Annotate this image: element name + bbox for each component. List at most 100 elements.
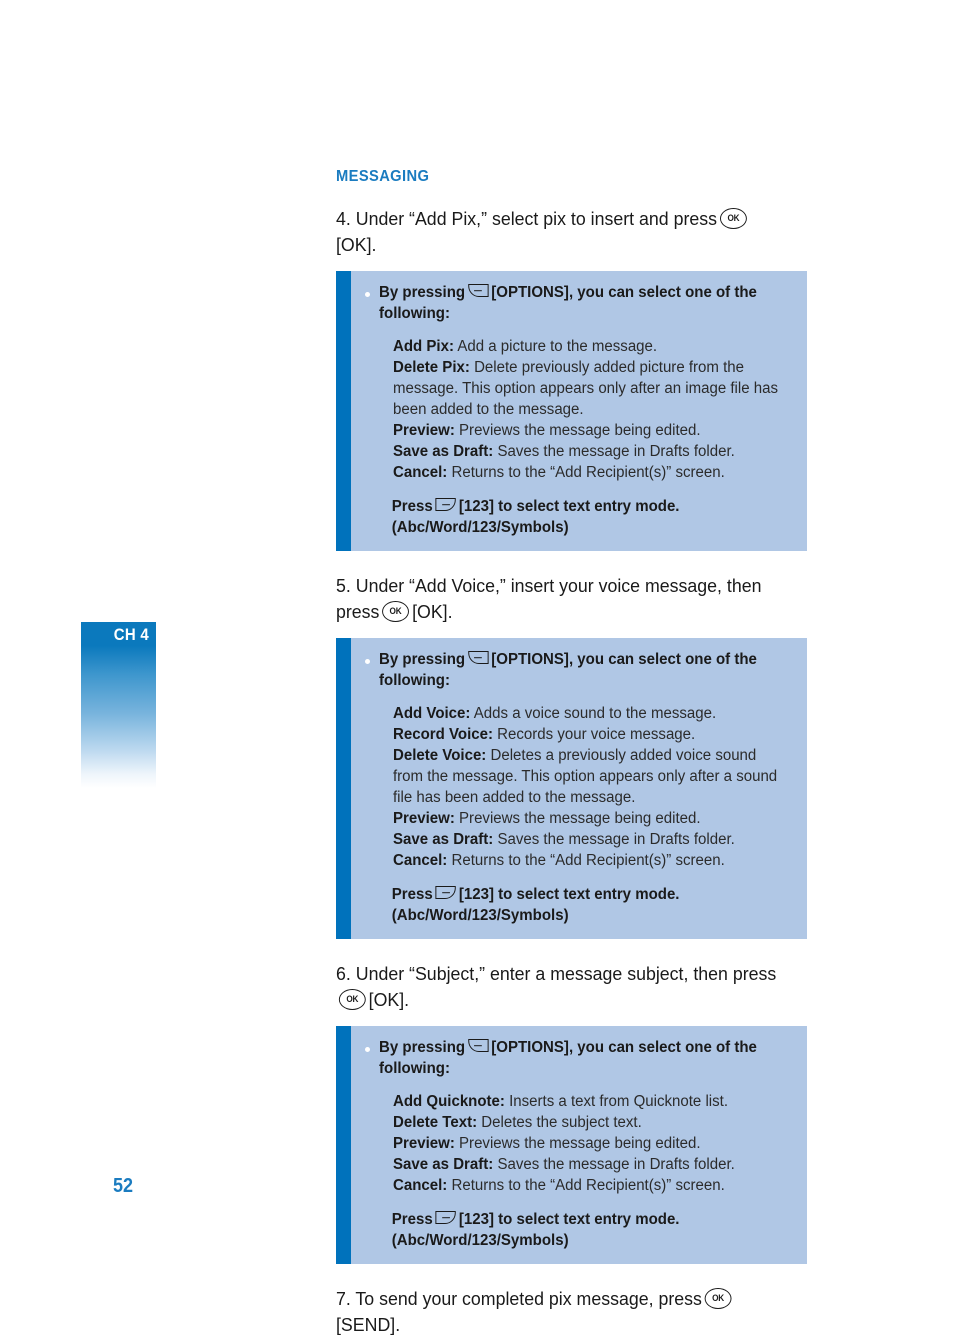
callout-option-list: Add Voice: Adds a voice sound to the mes… xyxy=(351,703,795,871)
callout-option: Save as Draft: Saves the message in Draf… xyxy=(393,829,783,850)
callout-accent-bar xyxy=(336,638,351,939)
left-soft-key-dash xyxy=(474,289,483,292)
callout-option-name: Delete Pix: xyxy=(393,359,470,376)
left-soft-key-icon xyxy=(467,284,489,297)
callout-option-name: Add Pix: xyxy=(393,338,454,355)
callout-option-name: Preview: xyxy=(393,1135,455,1152)
callout-lead-row: By pressing [OPTIONS], you can select one… xyxy=(351,649,795,691)
callout-option: Preview: Previews the message being edit… xyxy=(393,1133,783,1154)
step-7-text-before: 7. To send your completed pix message, p… xyxy=(336,1288,702,1309)
callout-accent-bar xyxy=(336,271,351,551)
callout-option-desc: Previews the message being edited. xyxy=(454,810,701,827)
bullet-dot-icon xyxy=(365,659,370,664)
callout-box: By pressing [OPTIONS], you can select one… xyxy=(336,271,807,551)
callout-lead-row: By pressing [OPTIONS], you can select one… xyxy=(351,282,795,324)
page-title: MESSAGING xyxy=(336,168,430,185)
ok-key-icon: OK xyxy=(704,1288,732,1309)
callout-footer: Press [123] to select text entry mode. (A… xyxy=(351,1209,782,1251)
callout-option-desc: Saves the message in Drafts folder. xyxy=(493,831,735,848)
callout-option-name: Save as Draft: xyxy=(393,1156,494,1173)
right-soft-key-icon xyxy=(435,886,456,899)
ok-key-icon-label: OK xyxy=(712,1292,725,1304)
left-soft-key-dash xyxy=(474,656,483,659)
ok-key-icon-label: OK xyxy=(727,212,740,224)
callout-footer: Press [123] to select text entry mode. (A… xyxy=(351,884,782,926)
ok-key-icon-label: OK xyxy=(346,993,359,1005)
callout-option-list: Add Pix: Add a picture to the message. D… xyxy=(351,336,795,483)
callout-option-name: Delete Text: xyxy=(393,1114,478,1131)
callout-lead-before: By pressing xyxy=(379,284,466,301)
callout-option: Add Voice: Adds a voice sound to the mes… xyxy=(393,703,783,724)
ok-key-icon-label: OK xyxy=(389,605,402,617)
chapter-tab: CH 4 xyxy=(81,622,156,788)
step-6: 6. Under “Subject,” enter a message subj… xyxy=(336,961,781,1013)
callout-option-name: Delete Voice: xyxy=(393,747,487,764)
right-soft-key-dash xyxy=(441,503,450,506)
callout-option-name: Cancel: xyxy=(393,852,448,869)
callout-option-desc: Adds a voice sound to the message. xyxy=(470,705,717,722)
left-soft-key-icon xyxy=(467,651,489,664)
callout-option: Add Pix: Add a picture to the message. xyxy=(393,336,783,357)
callout-option-name: Cancel: xyxy=(393,464,448,481)
step-4-text-before: 4. Under “Add Pix,” select pix to insert… xyxy=(336,208,718,229)
right-soft-key-icon xyxy=(435,1211,456,1224)
chapter-tab-label: CH 4 xyxy=(113,625,149,644)
callout-lead: By pressing [OPTIONS], you can select one… xyxy=(379,1037,783,1079)
callout-option: Record Voice: Records your voice message… xyxy=(393,724,783,745)
callout-option: Preview: Previews the message being edit… xyxy=(393,808,783,829)
callout-option: Save as Draft: Saves the message in Draf… xyxy=(393,1154,783,1175)
bullet-dot-icon xyxy=(365,1047,370,1052)
callout-option-name: Add Voice: xyxy=(393,705,471,722)
step-7: 7. To send your completed pix message, p… xyxy=(336,1286,781,1338)
callout-accent-bar xyxy=(336,1026,351,1264)
callout-option-name: Preview: xyxy=(393,422,455,439)
callout-lead-before: By pressing xyxy=(379,1039,466,1056)
callout-option-desc: Deletes the subject text. xyxy=(477,1114,642,1131)
right-soft-key-dash xyxy=(441,891,450,894)
left-soft-key-dash xyxy=(474,1044,483,1047)
callout-box: By pressing [OPTIONS], you can select one… xyxy=(336,1026,807,1264)
ok-key-icon: OK xyxy=(338,989,366,1010)
callout-option-desc: Returns to the “Add Recipient(s)” screen… xyxy=(447,464,725,481)
callout-lead-row: By pressing [OPTIONS], you can select one… xyxy=(351,1037,795,1079)
ok-key-icon: OK xyxy=(719,208,747,229)
callout-box: By pressing [OPTIONS], you can select one… xyxy=(336,638,807,939)
callout-option: Cancel: Returns to the “Add Recipient(s)… xyxy=(393,462,783,483)
step-5: 5. Under “Add Voice,” insert your voice … xyxy=(336,573,781,625)
callout-option-desc: Returns to the “Add Recipient(s)” screen… xyxy=(447,852,725,869)
step-6-text-after: [OK]. xyxy=(368,989,410,1010)
callout-option: Cancel: Returns to the “Add Recipient(s)… xyxy=(393,850,783,871)
callout-footer: Press [123] to select text entry mode. (A… xyxy=(351,496,782,538)
callout-body: By pressing [OPTIONS], you can select one… xyxy=(351,1026,807,1264)
step-7-text-after: [SEND]. xyxy=(336,1314,401,1335)
left-soft-key-icon xyxy=(467,1039,489,1052)
callout-body: By pressing [OPTIONS], you can select one… xyxy=(351,271,807,551)
page-number: 52 xyxy=(113,1175,134,1197)
page-content: MESSAGING 4. Under “Add Pix,” select pix… xyxy=(336,168,807,1338)
callout-footer-before: Press xyxy=(391,886,433,903)
callout-lead: By pressing [OPTIONS], you can select one… xyxy=(379,649,783,691)
callout-option-list: Add Quicknote: Inserts a text from Quick… xyxy=(351,1091,795,1196)
callout-option: Delete Pix: Delete previously added pict… xyxy=(393,357,783,420)
step-6-text-before: 6. Under “Subject,” enter a message subj… xyxy=(336,963,777,984)
callout-option: Delete Voice: Deletes a previously added… xyxy=(393,745,783,808)
callout-option: Delete Text: Deletes the subject text. xyxy=(393,1112,783,1133)
callout-option-name: Save as Draft: xyxy=(393,831,494,848)
callout-option-name: Add Quicknote: xyxy=(393,1093,505,1110)
callout-lead: By pressing [OPTIONS], you can select one… xyxy=(379,282,783,324)
callout-option: Preview: Previews the message being edit… xyxy=(393,420,783,441)
step-5-text-after: [OK]. xyxy=(412,601,453,622)
callout-option-desc: Inserts a text from Quicknote list. xyxy=(504,1093,729,1110)
callout-option: Cancel: Returns to the “Add Recipient(s)… xyxy=(393,1175,783,1196)
callout-option-name: Save as Draft: xyxy=(393,443,494,460)
callout-option-desc: Add a picture to the message. xyxy=(453,338,658,355)
callout-option-desc: Previews the message being edited. xyxy=(454,1135,701,1152)
callout-option-desc: Saves the message in Drafts folder. xyxy=(493,1156,735,1173)
right-soft-key-dash xyxy=(441,1216,450,1219)
callout-option-desc: Saves the message in Drafts folder. xyxy=(493,443,735,460)
callout-option-desc: Previews the message being edited. xyxy=(454,422,701,439)
callout-option-name: Cancel: xyxy=(393,1177,448,1194)
callout-option-desc: Records your voice message. xyxy=(492,726,696,743)
step-4-text-after: [OK]. xyxy=(336,234,377,255)
callout-option: Save as Draft: Saves the message in Draf… xyxy=(393,441,783,462)
